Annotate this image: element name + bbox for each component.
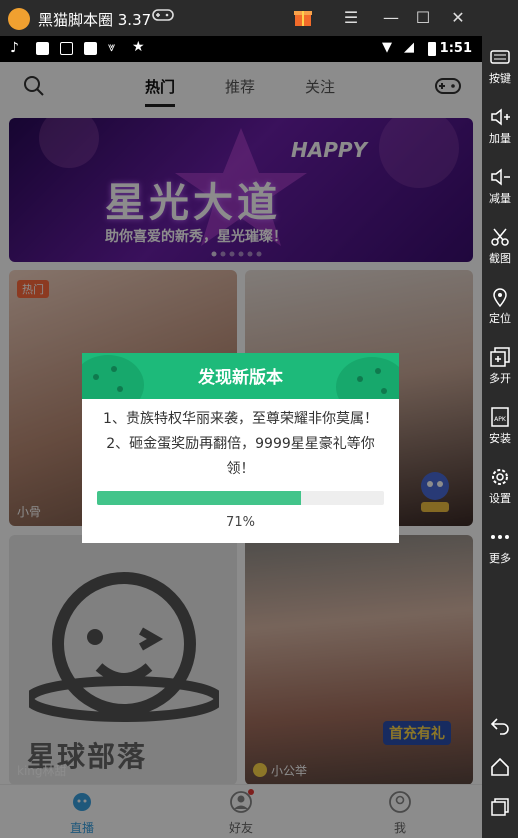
apk-install-icon: APK bbox=[491, 407, 509, 427]
download-progress-bar bbox=[97, 491, 384, 505]
tiktok-icon: ♪ bbox=[10, 40, 19, 56]
notification-icon bbox=[36, 42, 49, 55]
sidebar-label: 截图 bbox=[489, 252, 511, 265]
notification-icon bbox=[84, 42, 97, 55]
android-home-button[interactable] bbox=[482, 756, 518, 778]
home-icon bbox=[491, 757, 509, 776]
dialog-header: 发现新版本 bbox=[82, 353, 399, 399]
sidebar-item-volume-up[interactable]: 加量 bbox=[482, 106, 518, 146]
menu-icon[interactable]: ☰ bbox=[338, 6, 364, 30]
sidebar-item-location[interactable]: 定位 bbox=[482, 286, 518, 326]
wifi-icon: ▼ bbox=[382, 40, 392, 55]
close-icon[interactable]: ✕ bbox=[445, 6, 471, 30]
gift-icon[interactable] bbox=[290, 6, 316, 30]
android-back-button[interactable] bbox=[482, 714, 518, 736]
sidebar-item-volume-down[interactable]: 减量 bbox=[482, 166, 518, 206]
sidebar-item-more[interactable]: 更多 bbox=[482, 526, 518, 566]
progress-percent: 71% bbox=[226, 515, 255, 530]
gear-icon bbox=[492, 469, 508, 485]
star-icon: ★ bbox=[132, 39, 145, 55]
update-dialog: 发现新版本 1、贵族特权华丽来袭，至尊荣耀非你莫属！2、砸金蛋奖励再翻倍，999… bbox=[82, 353, 399, 543]
status-time: 1:51 bbox=[439, 41, 472, 56]
sidebar-label: 加量 bbox=[489, 132, 511, 145]
sidebar-label: 减量 bbox=[489, 192, 511, 205]
decoration-egg-icon bbox=[82, 355, 144, 399]
sidebar-label: 安装 bbox=[489, 432, 511, 445]
sidebar-label: 设置 bbox=[489, 492, 511, 505]
window-title: 黑猫脚本圈 3.37 bbox=[38, 11, 152, 29]
android-screen: ♪ ⩔ ★ ▼ ◢ 1:51 热门 推荐 关注 HAPPY 星光大道 助你喜爱的… bbox=[0, 36, 482, 838]
app-logo-icon bbox=[8, 8, 30, 30]
maximize-icon[interactable]: ☐ bbox=[410, 6, 436, 30]
volume-up-icon bbox=[491, 108, 510, 126]
sidebar-label: 定位 bbox=[489, 312, 511, 325]
more-dots-icon bbox=[491, 535, 509, 539]
sidebar-label: 多开 bbox=[489, 372, 511, 385]
dialog-message: 1、贵族特权华丽来袭，至尊荣耀非你莫属！2、砸金蛋奖励再翻倍，9999星星豪礼等… bbox=[103, 411, 378, 477]
sidebar-item-screenshot[interactable]: 截图 bbox=[482, 226, 518, 266]
emulator-sidebar: 按键 加量 减量 截图 定位 多开 APK 安装 设置 更多 bbox=[482, 0, 518, 838]
sidebar-label: 更多 bbox=[489, 552, 511, 565]
sidebar-item-keys[interactable]: 按键 bbox=[482, 46, 518, 86]
keyboard-icon bbox=[490, 50, 510, 64]
dialog-title: 发现新版本 bbox=[198, 368, 283, 388]
volume-down-icon bbox=[491, 168, 510, 186]
progress-fill bbox=[97, 491, 301, 505]
image-icon bbox=[60, 42, 73, 55]
back-arrow-icon bbox=[490, 718, 509, 735]
sidebar-item-multi-instance[interactable]: 多开 bbox=[482, 346, 518, 386]
svg-text:APK: APK bbox=[494, 416, 507, 423]
android-recents-button[interactable] bbox=[482, 796, 518, 818]
gamepad-icon[interactable] bbox=[150, 6, 176, 30]
android-statusbar: ♪ ⩔ ★ ▼ ◢ 1:51 bbox=[0, 36, 482, 62]
minimize-icon[interactable]: — bbox=[378, 6, 404, 30]
scissors-icon bbox=[491, 228, 509, 246]
signal-icon: ◢ bbox=[404, 40, 414, 55]
vpn-icon: ⩔ bbox=[108, 40, 116, 55]
decoration-egg-icon bbox=[336, 357, 399, 399]
location-pin-icon bbox=[493, 288, 507, 308]
sidebar-item-settings[interactable]: 设置 bbox=[482, 466, 518, 506]
battery-icon bbox=[428, 42, 436, 56]
recents-icon bbox=[491, 798, 509, 816]
multi-window-icon bbox=[490, 347, 510, 367]
emulator-titlebar: 黑猫脚本圈 3.37 ☰ — ☐ ✕ « bbox=[0, 0, 518, 36]
sidebar-label: 按键 bbox=[489, 72, 511, 85]
sidebar-item-install[interactable]: APK 安装 bbox=[482, 406, 518, 446]
